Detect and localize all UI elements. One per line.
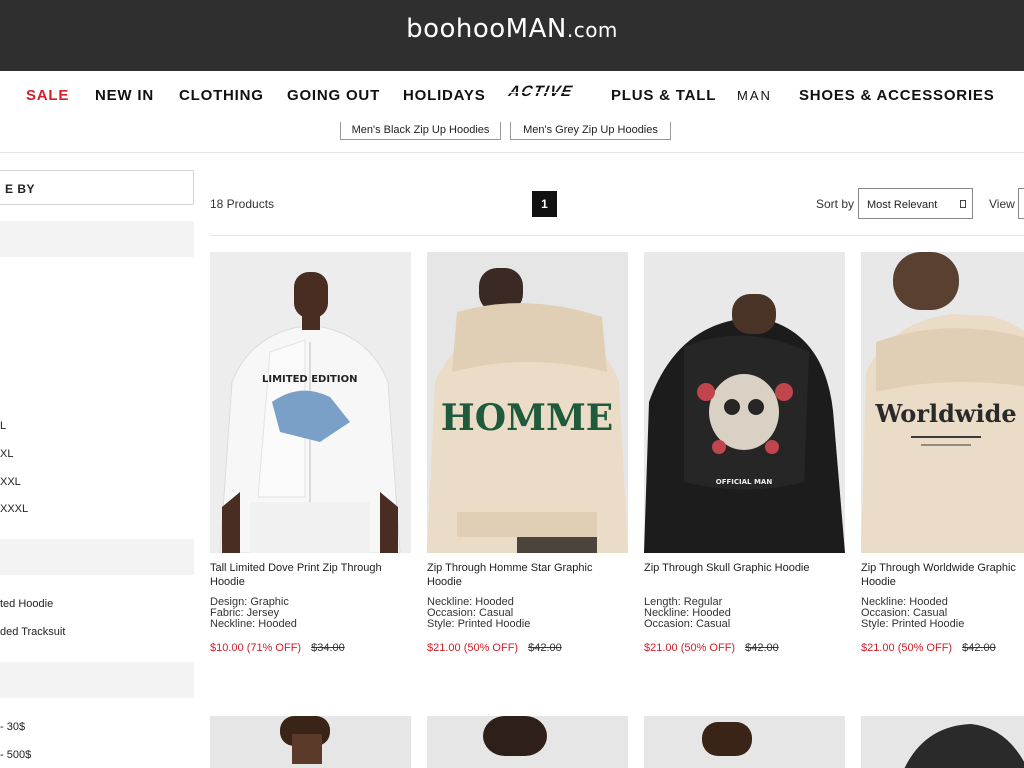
nav-item-new-in[interactable]: NEW IN [95,87,154,104]
product-price: $10.00 (71% OFF) $34.00 [210,642,411,654]
main-nav: SALE NEW IN CLOTHING GOING OUT HOLIDAYS … [0,71,1024,121]
price-was: $42.00 [745,642,779,654]
nav-item-clothing[interactable]: CLOTHING [179,87,264,104]
product-graphic-text: LIMITED EDITION [262,374,357,385]
product-title[interactable]: Zip Through Worldwide Graphic Hoodie [861,561,1024,589]
product-title-line: Zip Through Homme Star Graphic [427,562,593,574]
product-image[interactable] [427,716,628,768]
product-image[interactable]: LIMITED EDITION [210,252,411,553]
toolbar-divider [210,235,1024,236]
nav-item-shoes-accessories[interactable]: SHOES & ACCESSORIES [799,87,995,104]
product-attributes: Neckline: Hooded Occasion: Casual Style:… [861,597,1024,642]
product-graphic-text: OFFICIAL MAN [716,478,773,486]
product-graphic-text: HOMME [441,397,614,439]
site-header: boohooMAN.com [0,0,1024,71]
product-attributes: Length: Regular Neckline: Hooded Occasio… [644,597,845,642]
product-attribute: Occasion: Casual [644,618,731,630]
sort-label: Sort by [816,197,855,211]
product-title-line: Tall Limited Dove Print Zip Through [210,562,382,574]
view-label: View [989,197,1015,211]
product-image[interactable] [644,716,845,768]
nav-item-plus-tall[interactable]: PLUS & TALL [611,87,716,104]
price-was: $34.00 [311,642,345,654]
product-image[interactable]: Worldwide [861,252,1024,553]
nav-item-active[interactable]: ACTIVE [507,83,575,100]
product-attribute: Neckline: Hooded [210,618,297,630]
view-select[interactable] [1018,188,1024,219]
price-option[interactable]: - 30$ [0,721,25,733]
product-attributes: Design: Graphic Fabric: Jersey Neckline:… [210,597,411,642]
product-title-line: Hoodie [210,576,245,588]
logo-main: boohooMAN [406,14,567,44]
product-title-line: Zip Through Skull Graphic Hoodie [644,562,810,574]
product-image[interactable]: OFFICIAL MAN [644,252,845,553]
product-price: $21.00 (50% OFF) $42.00 [861,642,1024,654]
product-card[interactable]: OFFICIAL MAN Zip Through Skull Graphic H… [644,252,845,654]
size-option[interactable]: XXL [0,476,21,488]
product-title[interactable]: Tall Limited Dove Print Zip Through Hood… [210,561,411,589]
style-option[interactable]: ded Tracksuit [0,626,65,638]
logo-suffix: .com [566,18,618,42]
product-title-line: Hoodie [861,576,896,588]
nav-item-holidays[interactable]: HOLIDAYS [403,87,486,104]
product-title-line: Zip Through Worldwide Graphic [861,562,1016,574]
style-option[interactable]: ted Hoodie [0,598,53,610]
product-count: 18 Products [210,197,275,211]
product-attribute: Style: Printed Hoodie [861,618,965,630]
sort-select-value: Most Relevant [867,199,938,211]
size-option[interactable]: XL [0,448,13,460]
price-now: $21.00 (50% OFF) [427,642,519,654]
product-card[interactable]: LIMITED EDITION Tall Limited Dove Print … [210,252,411,654]
price-was: $42.00 [528,642,562,654]
chip-black-zip-hoodies[interactable]: Men's Black Zip Up Hoodies [340,122,501,140]
product-price: $21.00 (50% OFF) $42.00 [427,642,628,654]
product-title[interactable]: Zip Through Skull Graphic Hoodie [644,561,845,589]
chips-divider [0,152,1024,153]
price-option[interactable]: - 500$ [0,749,31,761]
product-price: $21.00 (50% OFF) $42.00 [644,642,845,654]
price-now: $21.00 (50% OFF) [861,642,953,654]
product-graphic-text: Worldwide [874,399,1016,428]
price-now: $10.00 (71% OFF) [210,642,302,654]
product-title-line: Hoodie [427,576,462,588]
product-image[interactable] [861,716,1024,768]
nav-item-sale[interactable]: SALE [26,87,69,104]
filter-header-size[interactable] [0,221,194,257]
product-card[interactable]: Worldwide Zip Through Worldwide Graphic … [861,252,1024,654]
chip-grey-zip-hoodies[interactable]: Men's Grey Zip Up Hoodies [510,122,671,140]
site-logo[interactable]: boohooMAN.com [0,14,1024,44]
price-now: $21.00 (50% OFF) [644,642,736,654]
sidebar-sort-by[interactable]: E BY [0,170,194,205]
product-card[interactable]: HOMME Zip Through Homme Star Graphic Hoo… [427,252,628,654]
filter-header-price[interactable] [0,662,194,698]
pagination-current-page[interactable]: 1 [532,191,557,217]
price-was: $42.00 [962,642,996,654]
nav-item-going-out[interactable]: GOING OUT [287,87,380,104]
nav-item-man[interactable]: MAN [737,88,772,103]
dropdown-icon [960,200,966,208]
filter-header-style[interactable] [0,539,194,575]
product-title[interactable]: Zip Through Homme Star Graphic Hoodie [427,561,628,589]
sort-select[interactable]: Most Relevant [858,188,973,219]
product-image[interactable]: HOMME [427,252,628,553]
product-image[interactable] [210,716,411,768]
size-option[interactable]: L [0,420,6,432]
product-attributes: Neckline: Hooded Occasion: Casual Style:… [427,597,628,642]
size-option[interactable]: XXXL [0,503,28,515]
product-attribute: Style: Printed Hoodie [427,618,531,630]
